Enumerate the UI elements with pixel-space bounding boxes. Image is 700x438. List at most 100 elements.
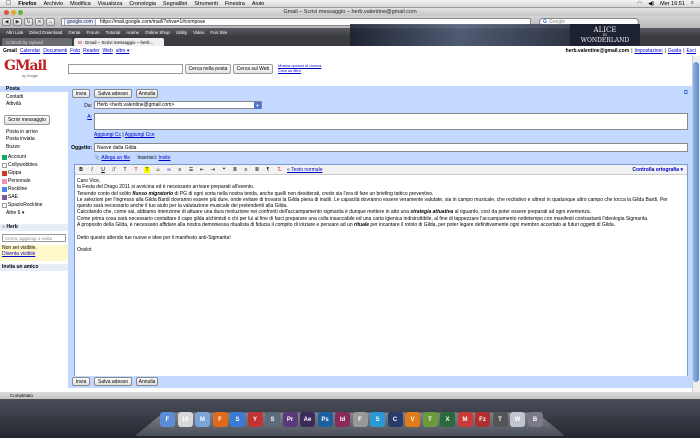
dock-app-icon[interactable]: Fz xyxy=(475,412,490,427)
discard-button[interactable]: Annulla xyxy=(136,89,158,98)
forward-icon[interactable]: ▶ xyxy=(13,18,22,26)
sidebar-item-drafts[interactable]: Bozze xyxy=(6,144,20,150)
to-label[interactable]: A: xyxy=(68,114,92,120)
dock-app-icon[interactable]: T xyxy=(492,412,508,427)
minimize-window-icon[interactable] xyxy=(11,9,16,15)
back-icon[interactable]: ◀ xyxy=(2,18,11,26)
menu-aiuto[interactable]: Aiuto xyxy=(252,1,265,7)
mail-search-input[interactable] xyxy=(68,64,183,74)
sidebar-label[interactable]: SAE xyxy=(8,194,18,200)
dock-app-icon[interactable]: C xyxy=(387,412,403,427)
quote-icon[interactable]: ❝ xyxy=(221,167,227,173)
to-field[interactable] xyxy=(94,113,688,130)
font-icon[interactable]: ℱ xyxy=(111,167,117,173)
bookmark-item[interactable]: Anime xyxy=(126,30,139,35)
text-color-icon[interactable]: T xyxy=(133,167,139,173)
volume-icon[interactable]: ◀) xyxy=(648,1,654,7)
become-visible-link[interactable]: Diventa visibile xyxy=(2,251,68,257)
dock-app-icon[interactable]: X xyxy=(440,412,455,427)
dock-app-icon[interactable]: F xyxy=(160,412,175,427)
bookmark-item[interactable]: Forum xyxy=(87,30,100,35)
menu-modifica[interactable]: Modifica xyxy=(70,1,90,7)
save-button[interactable]: Salva adesso xyxy=(94,89,132,98)
menu-app-name[interactable]: Firefox xyxy=(18,1,36,7)
site-identity[interactable]: google.com xyxy=(64,19,96,25)
dock-app-icon[interactable]: Y xyxy=(247,412,263,427)
bookmark-item[interactable]: Fun Site xyxy=(210,30,227,35)
emoji-icon[interactable]: ☺ xyxy=(155,167,161,173)
indent-more-icon[interactable]: ⇥ xyxy=(210,167,216,173)
dock-app-icon[interactable]: Id xyxy=(335,412,350,427)
wifi-icon[interactable]: ◠ xyxy=(637,1,642,7)
gbar-gmail[interactable]: Gmail xyxy=(3,48,17,54)
chat-search-input[interactable]: Cerca, aggiungi o invita xyxy=(2,234,66,242)
dock-app-icon[interactable]: S xyxy=(230,412,245,427)
create-filter-link[interactable]: Crea un filtro xyxy=(278,68,321,73)
spotlight-icon[interactable]: ⌕ xyxy=(691,0,694,7)
from-select[interactable]: Herb <herb.valentine@gmail.com> ▼ xyxy=(94,101,262,109)
gbar-link[interactable]: Documenti xyxy=(43,48,67,54)
indent-less-icon[interactable]: ⇤ xyxy=(199,167,205,173)
more-labels-link[interactable]: Altre 6 ▾ xyxy=(6,210,24,216)
menu-segnalibri[interactable]: Segnalibri xyxy=(163,1,187,7)
align-center-icon[interactable]: ≡ xyxy=(243,167,249,173)
sign-out-link[interactable]: Esci xyxy=(687,48,696,54)
sidebar-item-sent[interactable]: Posta inviata xyxy=(6,136,35,142)
home-icon[interactable]: ⌂ xyxy=(46,18,55,26)
close-window-icon[interactable] xyxy=(4,9,9,15)
dock-app-icon[interactable]: M xyxy=(195,412,210,427)
menu-cronologia[interactable]: Cronologia xyxy=(129,1,156,7)
dock-app-icon[interactable]: F xyxy=(352,412,368,427)
attach-file-link[interactable]: Allega un file xyxy=(101,155,130,161)
dock-app-icon[interactable]: W xyxy=(510,412,525,427)
sidebar-item-posta[interactable]: Posta xyxy=(0,86,68,92)
tab-gmail[interactable]: M Gmail – Scrivi messaggio – herb... xyxy=(74,38,164,46)
reload-icon[interactable]: ↻ xyxy=(24,18,33,26)
bookmark-item[interactable]: Tutorial xyxy=(106,30,121,35)
compose-button[interactable]: Scrivi messaggio xyxy=(4,115,50,125)
settings-link[interactable]: Impostazioni xyxy=(635,48,663,54)
dock-app-icon[interactable]: Ae xyxy=(300,412,315,427)
font-size-icon[interactable]: T xyxy=(122,167,128,173)
dock-app-icon[interactable]: S xyxy=(370,412,385,427)
sidebar-item-contatti[interactable]: Contatti xyxy=(6,94,23,100)
search-mail-button[interactable]: Cerca nella posta xyxy=(185,64,231,74)
sidebar-label[interactable]: Personale xyxy=(8,178,31,184)
bookmark-item[interactable]: Altri Link xyxy=(6,30,23,35)
italic-icon[interactable]: I xyxy=(89,167,95,173)
scrollbar-thumb[interactable] xyxy=(693,62,699,382)
menu-strumenti[interactable]: Strumenti xyxy=(194,1,218,7)
insert-invite-link[interactable]: Invito xyxy=(159,155,171,161)
link-icon[interactable]: ∞ xyxy=(166,167,172,173)
align-right-icon[interactable]: ≣ xyxy=(254,167,260,173)
align-left-icon[interactable]: ≣ xyxy=(232,167,238,173)
bookmark-item[interactable]: Online Shop xyxy=(145,30,170,35)
dock-app-icon[interactable]: T xyxy=(422,412,438,427)
bold-icon[interactable]: B xyxy=(78,167,84,173)
sidebar-label[interactable]: Rockline xyxy=(8,186,27,192)
dock-app-icon[interactable]: S xyxy=(265,412,280,427)
gmail-logo[interactable]: GMail by Google xyxy=(4,58,47,80)
invite-friend-header[interactable]: Invita un amico xyxy=(0,264,68,271)
remove-formatting-icon[interactable]: T̶ xyxy=(276,167,282,173)
dock-app-icon[interactable]: Ps xyxy=(317,412,333,427)
add-cc-link[interactable]: Aggiungi Cc xyxy=(94,132,121,138)
spellcheck-link[interactable]: Controlla ortografia ▾ xyxy=(632,167,683,173)
search-web-button[interactable]: Cerca sul Web xyxy=(233,64,273,74)
send-button-bottom[interactable]: Invia xyxy=(72,377,90,386)
subject-input[interactable]: Nuove dalla Gilda xyxy=(94,143,688,152)
sidebar-label[interactable]: Collywobbles xyxy=(8,162,37,168)
clock[interactable]: Mer 16:51 xyxy=(660,1,685,7)
underline-icon[interactable]: U xyxy=(100,167,106,173)
sidebar-label[interactable]: SpazioRockline xyxy=(8,202,42,208)
chat-header[interactable]: ● Herb xyxy=(0,224,68,231)
tab-criticalcity[interactable]: CriticalCity Upload xyxy=(2,38,72,46)
menu-archivio[interactable]: Archivio xyxy=(44,1,64,7)
sidebar-label[interactable]: Gippa xyxy=(8,170,21,176)
bookmark-item[interactable]: Gente xyxy=(68,30,80,35)
sidebar-label[interactable]: Account xyxy=(8,154,26,160)
zoom-window-icon[interactable] xyxy=(18,9,23,15)
message-editor[interactable]: B I U ℱ T T T ☺ ∞ ≡ ☰ ⇤ ⇥ ❝ ≣ ≡ ≣ ¶ T̶ «… xyxy=(74,164,688,378)
plain-text-link[interactable]: « Testo normale xyxy=(287,167,322,173)
dock-app-icon[interactable]: V xyxy=(405,412,420,427)
